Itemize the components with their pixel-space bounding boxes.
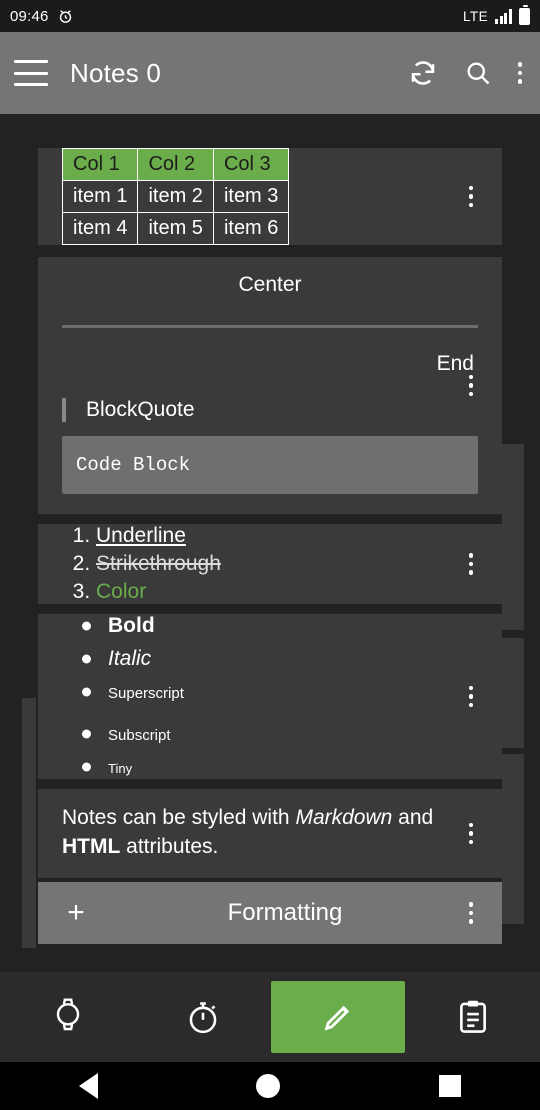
markdown-table: Col 1 Col 2 Col 3 item 1 item 2 item 3 i… [61, 148, 290, 245]
note-card-alignment[interactable]: Center End BlockQuote Code Block [38, 257, 502, 514]
paragraph-text-3: attributes. [120, 835, 219, 859]
overflow-dots [517, 62, 522, 84]
edit-fab[interactable] [270, 981, 405, 1053]
table-cell: item 2 [137, 180, 214, 213]
list-item-label: Bold [108, 614, 155, 637]
table-cell: item 1 [61, 180, 139, 213]
center-aligned-text: Center [238, 273, 302, 296]
edit-fab-wrapper[interactable] [270, 981, 405, 1053]
bullet-list: Bold Italic Superscript Subscript Tiny [82, 614, 502, 779]
app-bar-actions [408, 58, 522, 88]
paragraph-text-2: and [392, 806, 434, 829]
plus-icon[interactable]: + [38, 896, 114, 930]
list-item: Bold [82, 614, 502, 638]
list-item: Subscript [82, 722, 502, 746]
search-icon[interactable] [464, 59, 492, 87]
list-item-label: Strikethrough [96, 552, 221, 575]
paragraph-html-bold: HTML [62, 835, 121, 859]
more-vertical-icon [468, 185, 474, 208]
network-label: LTE [463, 8, 488, 24]
table-header-cell: Col 2 [137, 148, 214, 181]
code-block: Code Block [62, 436, 478, 494]
note-card-bullet-list[interactable]: Bold Italic Superscript Subscript Tiny [38, 614, 502, 779]
signal-bars-icon [495, 8, 512, 24]
alarm-clock-icon [57, 8, 74, 25]
blockquote: BlockQuote [62, 398, 502, 422]
list-item: Tiny [82, 755, 502, 779]
battery-full-icon [519, 4, 530, 25]
table-header-row: Col 1 Col 2 Col 3 [61, 148, 290, 181]
table-row: item 4 item 5 item 6 [61, 212, 290, 245]
more-vertical-icon [468, 374, 474, 397]
more-vertical-icon [468, 822, 474, 845]
table-cell: item 3 [212, 180, 290, 213]
note-card-ordered-list[interactable]: Underline Strikethrough Color [38, 524, 502, 604]
table-cell: item 5 [137, 212, 214, 245]
page-title: Notes 0 [70, 57, 162, 88]
more-vertical-icon [468, 685, 474, 708]
watch-tab[interactable] [0, 997, 135, 1037]
list-item: Superscript [82, 680, 502, 704]
timer-tab[interactable] [135, 998, 270, 1036]
bottom-navigation [0, 972, 540, 1062]
end-aligned-text: End [436, 352, 474, 375]
list-item-label: Underline [96, 524, 186, 547]
back-triangle-icon[interactable] [79, 1073, 99, 1099]
adjacent-pane-peek [502, 114, 524, 972]
paragraph-markdown-emphasis: Markdown [295, 806, 393, 829]
note-card-overflow-button[interactable] [440, 148, 502, 245]
app-bar: Notes 0 [0, 32, 540, 114]
status-clock: 09:46 [10, 7, 49, 25]
formatting-overflow-button[interactable] [440, 882, 502, 944]
note-card-overflow-button[interactable] [440, 257, 502, 514]
formatting-bar[interactable]: + Formatting [38, 881, 502, 944]
stopwatch-icon [189, 1002, 216, 1034]
list-item-label: Italic [108, 647, 152, 670]
list-item-label: Superscript [108, 685, 184, 702]
more-vertical-icon [468, 553, 474, 575]
table-header-cell: Col 1 [61, 148, 139, 181]
android-navigation-bar [0, 1062, 540, 1110]
notes-list[interactable]: Col 1 Col 2 Col 3 item 1 item 2 item 3 i… [0, 114, 540, 972]
list-item-label: Tiny [108, 761, 133, 776]
table-header-cell: Col 3 [212, 148, 290, 181]
watch-icon [56, 998, 79, 1031]
note-card-overflow-button[interactable] [440, 789, 502, 878]
list-item: Italic [82, 647, 502, 671]
clipboard-icon [459, 1000, 486, 1033]
paragraph-text-1: Notes can be styled with [62, 806, 296, 829]
blockquote-text: BlockQuote [86, 398, 195, 421]
list-item-label: Color [96, 580, 147, 603]
left-pane-peek [22, 698, 36, 948]
note-card-overflow-button[interactable] [440, 524, 502, 604]
list-item-label: Subscript [108, 727, 171, 744]
hamburger-menu-icon[interactable] [14, 60, 48, 86]
more-vertical-icon [468, 902, 474, 924]
blockquote-bar [62, 398, 66, 422]
status-right-group: LTE [463, 4, 530, 25]
sync-refresh-icon[interactable] [408, 58, 438, 88]
home-circle-icon[interactable] [256, 1074, 281, 1098]
clipboard-tab[interactable] [405, 998, 540, 1036]
table-cell: item 6 [212, 212, 290, 245]
table-row: item 1 item 2 item 3 [61, 180, 290, 213]
note-card-overflow-button[interactable] [440, 614, 502, 779]
pencil-icon [324, 1005, 349, 1031]
note-card-table[interactable]: Col 1 Col 2 Col 3 item 1 item 2 item 3 i… [38, 148, 502, 245]
status-bar: 09:46 LTE [0, 0, 540, 32]
note-card-markdown[interactable]: Notes can be styled with Markdown and HT… [38, 789, 502, 878]
horizontal-rule [62, 325, 478, 328]
recents-square-icon[interactable] [438, 1075, 461, 1097]
markdown-paragraph: Notes can be styled with Markdown and HT… [38, 789, 502, 878]
table-cell: item 4 [61, 212, 139, 245]
more-vertical-icon[interactable] [517, 62, 522, 84]
